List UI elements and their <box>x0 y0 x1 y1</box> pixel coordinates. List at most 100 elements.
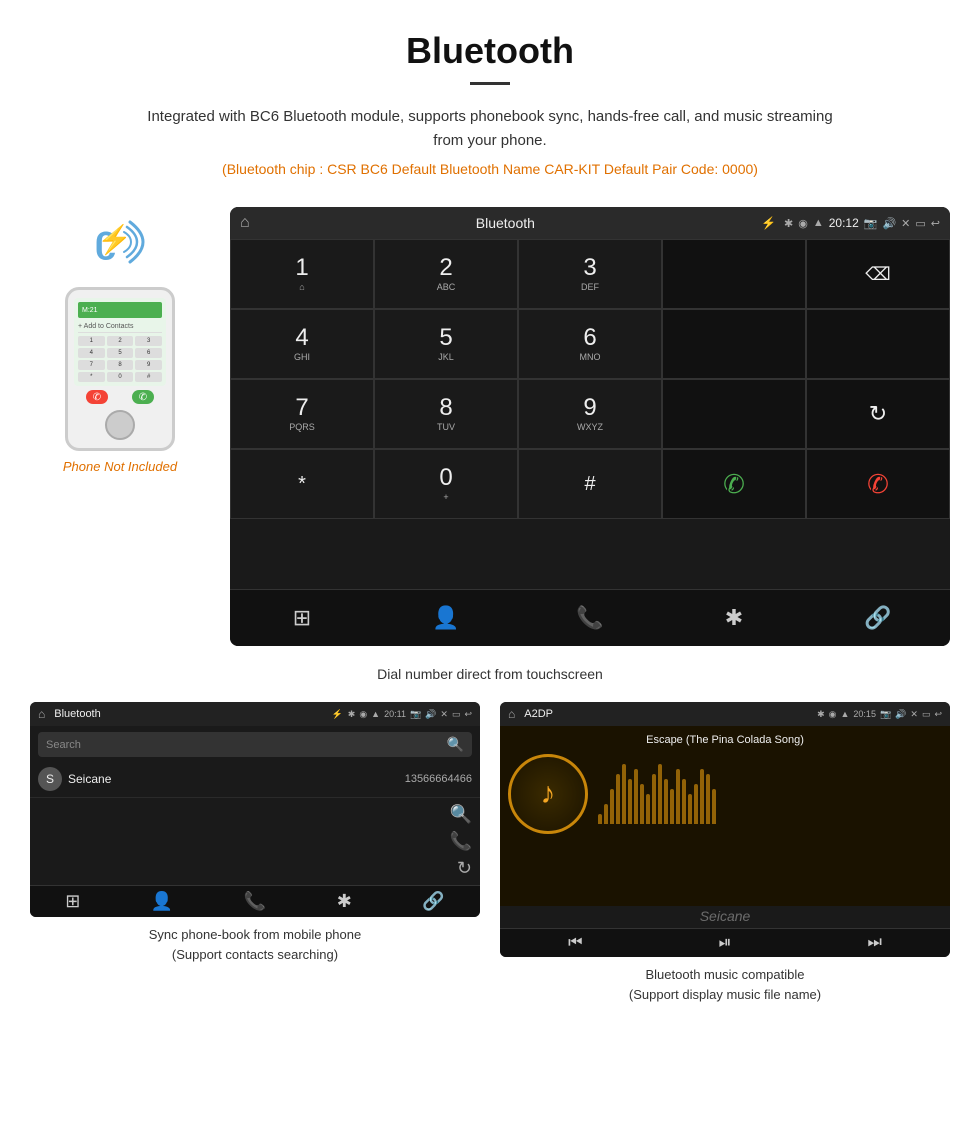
phone-home-button <box>105 410 135 440</box>
phonebook-screen-wrap: ⌂ Bluetooth ⚡ ✱ ◉ ▲ 20:11 📷 🔊 ✕ ▭ ↩ Sear… <box>30 702 480 1004</box>
nav-contacts-icon[interactable]: 👤 <box>426 598 466 638</box>
key-3[interactable]: 3 DEF <box>518 239 662 309</box>
music-cam-icon: 📷 <box>880 709 891 720</box>
pb-nav-grid[interactable]: ⊞ <box>65 891 80 912</box>
pb-call-side-icon[interactable]: 📞 <box>450 831 472 852</box>
back-icon[interactable]: ↩ <box>931 217 940 230</box>
svg-text:⚡: ⚡ <box>97 223 132 256</box>
keypad-area: 1 ⌂ 2 ABC 3 DEF ⌫ 4 GHI 5 JKL <box>230 239 950 589</box>
contact-number: 13566664466 <box>405 773 472 785</box>
bluetooth-signal-icon: ʗ ⚡ <box>85 207 155 277</box>
music-album-art: ♪ <box>508 754 588 834</box>
pb-caption-line1: Sync phone-book from mobile phone <box>149 927 361 942</box>
dial-caption-text: Dial number direct from touchscreen <box>377 666 603 682</box>
phone-key-3: 3 <box>135 336 162 346</box>
phone-key-5: 5 <box>107 348 134 358</box>
pb-nav-link[interactable]: 🔗 <box>422 891 444 912</box>
key-empty-2 <box>806 309 950 379</box>
music-back-icon[interactable]: ↩ <box>934 709 942 720</box>
pb-search-side-icon[interactable]: 🔍 <box>450 804 472 825</box>
pb-close-icon[interactable]: ✕ <box>440 709 448 720</box>
music-close-icon[interactable]: ✕ <box>910 709 918 720</box>
music-caption-line1: Bluetooth music compatible <box>646 967 805 982</box>
phonebook-search[interactable]: Search 🔍 <box>38 732 472 757</box>
music-caption: Bluetooth music compatible (Support disp… <box>500 965 950 1004</box>
music-vol-icon: 🔊 <box>895 709 906 720</box>
phone-key-7: 7 <box>78 360 105 370</box>
volume-icon: 🔊 <box>882 217 896 230</box>
signal-icon: ▲ <box>813 217 824 229</box>
seicane-watermark: Seicane <box>500 906 950 928</box>
contact-row[interactable]: S Seicane 13566664466 <box>30 761 480 798</box>
phone-bottom-buttons: ✆ ✆ <box>74 390 166 404</box>
key-backspace[interactable]: ⌫ <box>806 239 950 309</box>
key-8[interactable]: 8 TUV <box>374 379 518 449</box>
page-title: Bluetooth <box>20 30 960 72</box>
pb-status-icons: ✱ ◉ ▲ 20:11 📷 🔊 ✕ ▭ ↩ <box>348 709 472 720</box>
home-icon[interactable]: ⌂ <box>240 214 250 232</box>
phone-not-included-label: Phone Not Included <box>63 459 177 474</box>
key-star[interactable]: * <box>230 449 374 519</box>
search-icon[interactable]: 🔍 <box>447 736 464 753</box>
key-6[interactable]: 6 MNO <box>518 309 662 379</box>
nav-grid-icon[interactable]: ⊞ <box>282 598 322 638</box>
bottom-screens: ⌂ Bluetooth ⚡ ✱ ◉ ▲ 20:11 📷 🔊 ✕ ▭ ↩ Sear… <box>0 702 980 1004</box>
pb-statusbar: ⌂ Bluetooth ⚡ ✱ ◉ ▲ 20:11 📷 🔊 ✕ ▭ ↩ <box>30 702 480 726</box>
key-7[interactable]: 7 PQRS <box>230 379 374 449</box>
pb-back-icon[interactable]: ↩ <box>464 709 472 720</box>
music-main-area: ♪ <box>508 754 942 834</box>
music-signal-icon: ▲ <box>841 709 850 719</box>
music-statusbar: ⌂ A2DP ✱ ◉ ▲ 20:15 📷 🔊 ✕ ▭ ↩ <box>500 702 950 726</box>
main-section: ʗ ⚡ M:21 + Add to Contacts 1 2 3 <box>0 207 980 646</box>
page-header: Bluetooth Integrated with BC6 Bluetooth … <box>0 0 980 207</box>
music-next-btn[interactable]: ⏭ <box>868 934 882 952</box>
pb-bt-icon: ✱ <box>348 709 356 720</box>
phone-key-0: 0 <box>107 372 134 382</box>
pb-signal-icon: ▲ <box>371 709 380 719</box>
music-screen-wrap: ⌂ A2DP ✱ ◉ ▲ 20:15 📷 🔊 ✕ ▭ ↩ Escape (The… <box>500 702 950 1004</box>
key-empty-3 <box>662 379 806 449</box>
usb-icon: ⚡ <box>761 216 776 230</box>
key-1[interactable]: 1 ⌂ <box>230 239 374 309</box>
key-2[interactable]: 2 ABC <box>374 239 518 309</box>
music-play-btn[interactable]: ⏯ <box>719 934 732 952</box>
nav-link-icon[interactable]: 🔗 <box>858 598 898 638</box>
status-icons: ✱ ◉ ▲ 20:12 📷 🔊 ✕ ▭ ↩ <box>784 216 940 230</box>
pb-refresh-side-icon[interactable]: ↻ <box>457 858 472 879</box>
pb-nav-phone[interactable]: 📞 <box>244 891 266 912</box>
key-4[interactable]: 4 GHI <box>230 309 374 379</box>
phone-keypad: 1 2 3 4 5 6 7 8 9 * 0 # <box>78 336 162 382</box>
location-icon: ◉ <box>798 217 808 230</box>
key-call-red[interactable]: ✆ <box>806 449 950 519</box>
music-prev-btn[interactable]: ⏮ <box>568 934 582 952</box>
key-9[interactable]: 9 WXYZ <box>518 379 662 449</box>
phone-end-call-btn: ✆ <box>86 390 108 404</box>
music-loc-icon: ◉ <box>829 709 837 720</box>
pb-caption-line2: (Support contacts searching) <box>172 947 338 962</box>
dial-screen-title: Bluetooth <box>258 215 753 231</box>
music-caption-line2: (Support display music file name) <box>629 987 821 1002</box>
pb-loc-icon: ◉ <box>359 709 367 720</box>
key-redial[interactable]: ↻ <box>806 379 950 449</box>
key-5[interactable]: 5 JKL <box>374 309 518 379</box>
pb-home-icon[interactable]: ⌂ <box>38 707 45 721</box>
phone-key-9: 9 <box>135 360 162 370</box>
pb-nav-bt[interactable]: ✱ <box>337 891 352 912</box>
key-0[interactable]: 0 + <box>374 449 518 519</box>
phonebook-screen: ⌂ Bluetooth ⚡ ✱ ◉ ▲ 20:11 📷 🔊 ✕ ▭ ↩ Sear… <box>30 702 480 917</box>
close-icon[interactable]: ✕ <box>901 217 910 230</box>
nav-phone-icon[interactable]: 📞 <box>570 598 610 638</box>
pb-usb-icon: ⚡ <box>332 709 343 720</box>
key-call-green[interactable]: ✆ <box>662 449 806 519</box>
title-divider <box>470 82 510 85</box>
key-hash[interactable]: # <box>518 449 662 519</box>
phone-screen: M:21 + Add to Contacts 1 2 3 4 5 6 7 8 9… <box>74 298 166 386</box>
pb-side-icons: 🔍 📞 ↻ <box>30 798 480 885</box>
music-home-icon[interactable]: ⌂ <box>508 707 515 721</box>
music-screen-title: A2DP <box>520 708 812 720</box>
phone-key-4: 4 <box>78 348 105 358</box>
pb-cam-icon: 📷 <box>410 709 421 720</box>
rect-icon: ▭ <box>915 217 925 230</box>
nav-bluetooth-icon[interactable]: ✱ <box>714 598 754 638</box>
pb-nav-contacts[interactable]: 👤 <box>151 891 173 912</box>
